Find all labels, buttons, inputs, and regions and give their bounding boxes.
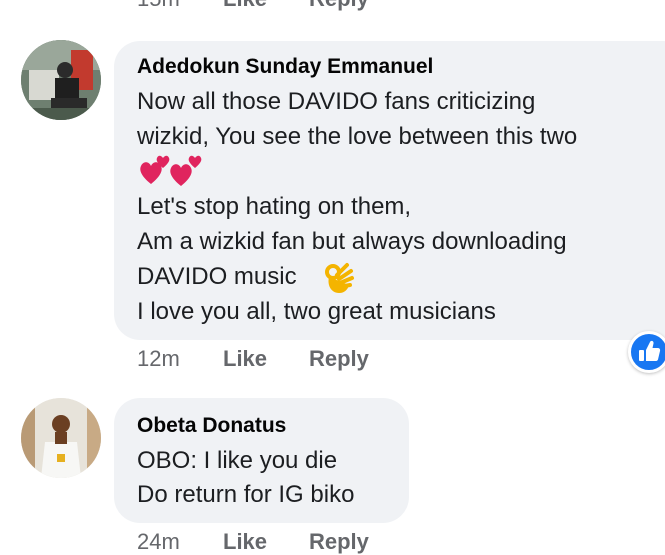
comment-text-line: OBO: I like you die	[137, 447, 338, 474]
comment-author[interactable]: Obeta Donatus	[137, 414, 286, 438]
like-reaction-badge[interactable]	[628, 331, 665, 373]
thumbs-up-icon	[639, 340, 661, 361]
ok-hand-emoji	[325, 263, 354, 293]
comment-timestamp: 15m	[137, 0, 180, 12]
comment-text-line: Let's stop hating on them,	[137, 193, 412, 220]
avatar[interactable]	[21, 40, 101, 120]
comment-author[interactable]: Adedokun Sunday Emmanuel	[137, 55, 433, 79]
avatar-photo	[21, 40, 101, 120]
comment-text-line: DAVIDO music	[137, 263, 297, 290]
two-hearts-emoji	[140, 155, 202, 186]
comment-text-line: I love you all, two great musicians	[137, 298, 496, 325]
avatar[interactable]	[21, 398, 101, 478]
reply-link[interactable]: Reply	[309, 0, 369, 12]
comment-timestamp: 12m	[137, 346, 180, 371]
comment-text-line: wizkid, You see the love between this tw…	[137, 123, 578, 150]
comment-actions: 24m Like Reply	[137, 529, 437, 555]
like-link[interactable]: Like	[223, 346, 267, 372]
reply-link[interactable]: Reply	[309, 346, 369, 372]
reply-link[interactable]: Reply	[309, 529, 369, 555]
comment-text-line: Do return for IG biko	[137, 481, 355, 508]
avatar-photo	[21, 398, 101, 478]
comment-text-line: Now all those DAVIDO fans criticizing	[137, 88, 536, 115]
comment-text-line: Am a wizkid fan but always downloading	[137, 228, 567, 255]
like-link[interactable]: Like	[223, 0, 267, 12]
comment-actions-top: 15m Like Reply	[137, 0, 437, 12]
comment-timestamp: 24m	[137, 529, 180, 554]
comment-actions: 12m Like Reply	[137, 346, 437, 372]
like-link[interactable]: Like	[223, 529, 267, 555]
